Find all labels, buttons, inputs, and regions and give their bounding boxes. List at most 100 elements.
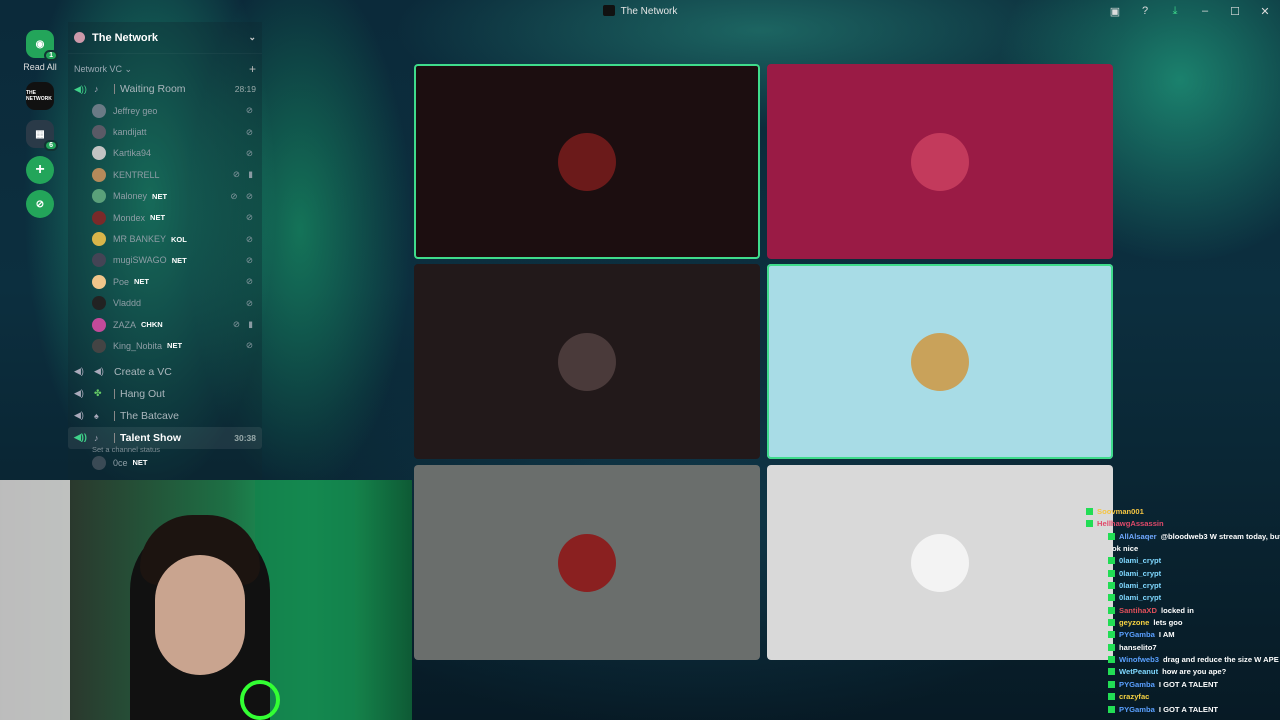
- voice-member[interactable]: King_Nobita NET ⊘: [68, 335, 262, 356]
- participant-tile[interactable]: [767, 465, 1113, 660]
- avatar: [92, 103, 106, 118]
- channel-hang-out[interactable]: ◀) ✤ Hang Out: [68, 383, 262, 405]
- member-name: Vladdd: [113, 298, 142, 309]
- chat-text: ok nice: [1112, 544, 1139, 554]
- participant-avatar: [911, 332, 969, 391]
- badge-icon: [1108, 569, 1115, 577]
- chat-message: PYGamba I GOT A TALENT: [1082, 679, 1280, 691]
- app-icon: [602, 5, 615, 16]
- voice-member[interactable]: MR BANKEY KOL ⊘: [68, 228, 262, 249]
- voice-member[interactable]: Maloney NET ⊘ ⊘: [68, 186, 262, 207]
- member-name: MR BANKEY: [113, 234, 167, 245]
- chat-text: lets goo: [1153, 618, 1183, 628]
- participant-tile[interactable]: [414, 64, 760, 259]
- speaker-icon: ◀): [94, 366, 104, 377]
- compass-icon: ⊘: [35, 198, 45, 210]
- clover-icon: ✤: [94, 388, 102, 399]
- talent-member[interactable]: 0ce NET: [68, 454, 262, 472]
- badge-icon: [1108, 705, 1115, 713]
- chat-username: 0lami_crypt: [1119, 593, 1162, 603]
- title-bar: The Network ▣ ? ⤓ – ☐ ✕: [0, 0, 1280, 22]
- chat-message: ok nice: [1082, 543, 1280, 555]
- microphone-icon: [240, 680, 280, 720]
- chat-username: WetPeanut: [1119, 667, 1159, 677]
- chat-text: I GOT A TALENT: [1158, 679, 1219, 689]
- avatar: [92, 317, 106, 332]
- speaker-icon: ◀): [74, 410, 84, 421]
- badge-icon: [1108, 532, 1115, 540]
- participant-tile[interactable]: [414, 264, 760, 459]
- channel-the-batcave[interactable]: ◀) ♠ The Batcave: [68, 405, 262, 427]
- voice-member[interactable]: Poe NET ⊘: [68, 271, 262, 292]
- deafened-icon: ⊘: [245, 254, 256, 265]
- deafened-icon: ⊘: [245, 340, 256, 351]
- participant-tile[interactable]: [767, 64, 1113, 259]
- voice-member[interactable]: Kartika94 ⊘: [68, 143, 262, 164]
- chat-message: 0lami_crypt: [1082, 580, 1280, 592]
- channel-timer: 30:38: [234, 432, 256, 443]
- voice-member[interactable]: mugiSWAGO NET ⊘: [68, 250, 262, 271]
- chat-username: 0lami_crypt: [1119, 581, 1162, 591]
- server-icon-the-network[interactable]: THE NETWORK: [26, 82, 54, 110]
- participant-tile[interactable]: [767, 264, 1113, 459]
- speaker-icon: ◀)): [74, 83, 87, 94]
- deafened-icon: ⊘: [245, 276, 256, 287]
- avatar: [92, 232, 106, 247]
- server-folder[interactable]: ▦ 6: [26, 120, 58, 151]
- deafened-icon: ⊘: [245, 105, 256, 116]
- pip-icon[interactable]: ▣: [1100, 5, 1130, 18]
- member-tag: NET: [171, 255, 187, 265]
- download-icon[interactable]: ⤓: [1160, 5, 1190, 18]
- minimize-icon[interactable]: –: [1190, 5, 1220, 17]
- deafened-icon: ⊘: [245, 297, 256, 308]
- help-icon[interactable]: ?: [1130, 5, 1160, 17]
- deafened-icon: ⊘ ⊘: [230, 190, 256, 201]
- video-grid: [414, 64, 1114, 661]
- chat-username: geyzone: [1119, 618, 1150, 628]
- member-tag: CHKN: [141, 320, 163, 330]
- speaker-icon: ◀)): [74, 432, 87, 443]
- server-header[interactable]: The Network ⌄: [68, 22, 262, 54]
- unread-badge: 1: [44, 50, 58, 61]
- avatar: [92, 455, 106, 470]
- stage-icon: ♪: [94, 432, 99, 443]
- badge-icon: [1108, 631, 1115, 639]
- voice-member[interactable]: Mondex NET ⊘: [68, 207, 262, 228]
- close-icon[interactable]: ✕: [1250, 5, 1280, 18]
- voice-member[interactable]: ZAZA CHKN ⊘ ▮: [68, 314, 262, 335]
- participant-tile[interactable]: [414, 465, 760, 660]
- add-channel-icon[interactable]: +: [249, 62, 256, 76]
- chat-message: geyzone lets goo: [1082, 617, 1280, 629]
- channel-create-a-vc[interactable]: ◀) ◀) Create a VC: [68, 361, 262, 383]
- deafened-icon: ⊘: [245, 212, 256, 223]
- chat-message: PYGamba I GOT A TALENT: [1082, 704, 1280, 716]
- voice-member[interactable]: Jeffrey geo ⊘: [68, 100, 262, 121]
- chat-username: HellhawgAssassin: [1097, 519, 1164, 529]
- stage-icon: ♪: [94, 84, 99, 94]
- discover-button[interactable]: ⊘: [26, 190, 54, 218]
- voice-member[interactable]: Vladdd ⊘: [68, 293, 262, 314]
- channel-waiting-room[interactable]: ◀)) ♪ Waiting Room 28:19: [68, 78, 262, 100]
- chevron-down-icon: ⌄: [248, 32, 256, 42]
- member-tag: NET: [150, 213, 166, 223]
- badge-icon: [1108, 680, 1115, 688]
- voice-member[interactable]: kandijatt ⊘: [68, 121, 262, 142]
- plus-icon: +: [35, 161, 45, 178]
- maximize-icon[interactable]: ☐: [1220, 5, 1250, 18]
- voice-member[interactable]: KENTRELL ⊘ ▮: [68, 164, 262, 185]
- avatar: [92, 167, 106, 182]
- window-title: The Network: [0, 5, 1280, 17]
- add-server-button[interactable]: +: [26, 156, 54, 184]
- badge-icon: [1108, 606, 1115, 614]
- chat-username: hanselito7: [1119, 642, 1157, 652]
- badge-icon: [1108, 693, 1115, 701]
- home-button[interactable]: ◉ 1: [26, 30, 58, 61]
- read-all-button[interactable]: Read All: [14, 62, 66, 72]
- participant-avatar: [558, 132, 616, 191]
- channel-status[interactable]: Set a channel status: [68, 445, 262, 454]
- badge-icon: [1108, 557, 1115, 565]
- chat-text: locked in: [1160, 605, 1194, 615]
- category-header[interactable]: Network VC ⌄ +: [68, 60, 262, 78]
- member-name: Maloney: [113, 191, 148, 202]
- chat-username: AllAlsaqer: [1119, 531, 1157, 541]
